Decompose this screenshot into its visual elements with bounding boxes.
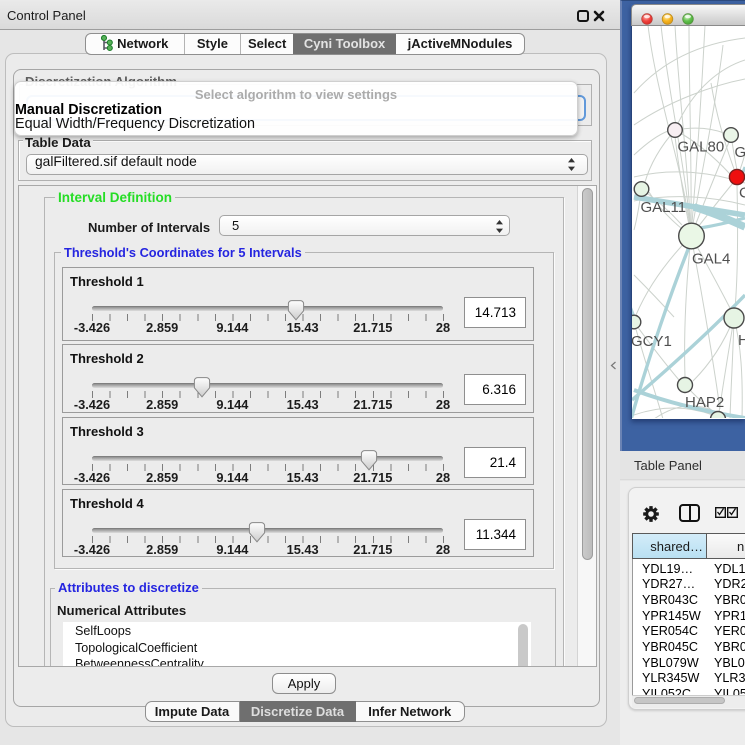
svg-text:GCY1: GCY1 xyxy=(632,333,672,350)
svg-text:H: H xyxy=(738,332,745,349)
svg-text:GAL11: GAL11 xyxy=(641,199,687,216)
svg-text:GAL80: GAL80 xyxy=(678,139,725,156)
svg-text:C: C xyxy=(739,185,745,202)
svg-text:GAL4: GAL4 xyxy=(692,251,730,268)
svg-text:GA: GA xyxy=(735,144,745,161)
svg-text:HAP2: HAP2 xyxy=(685,394,724,411)
